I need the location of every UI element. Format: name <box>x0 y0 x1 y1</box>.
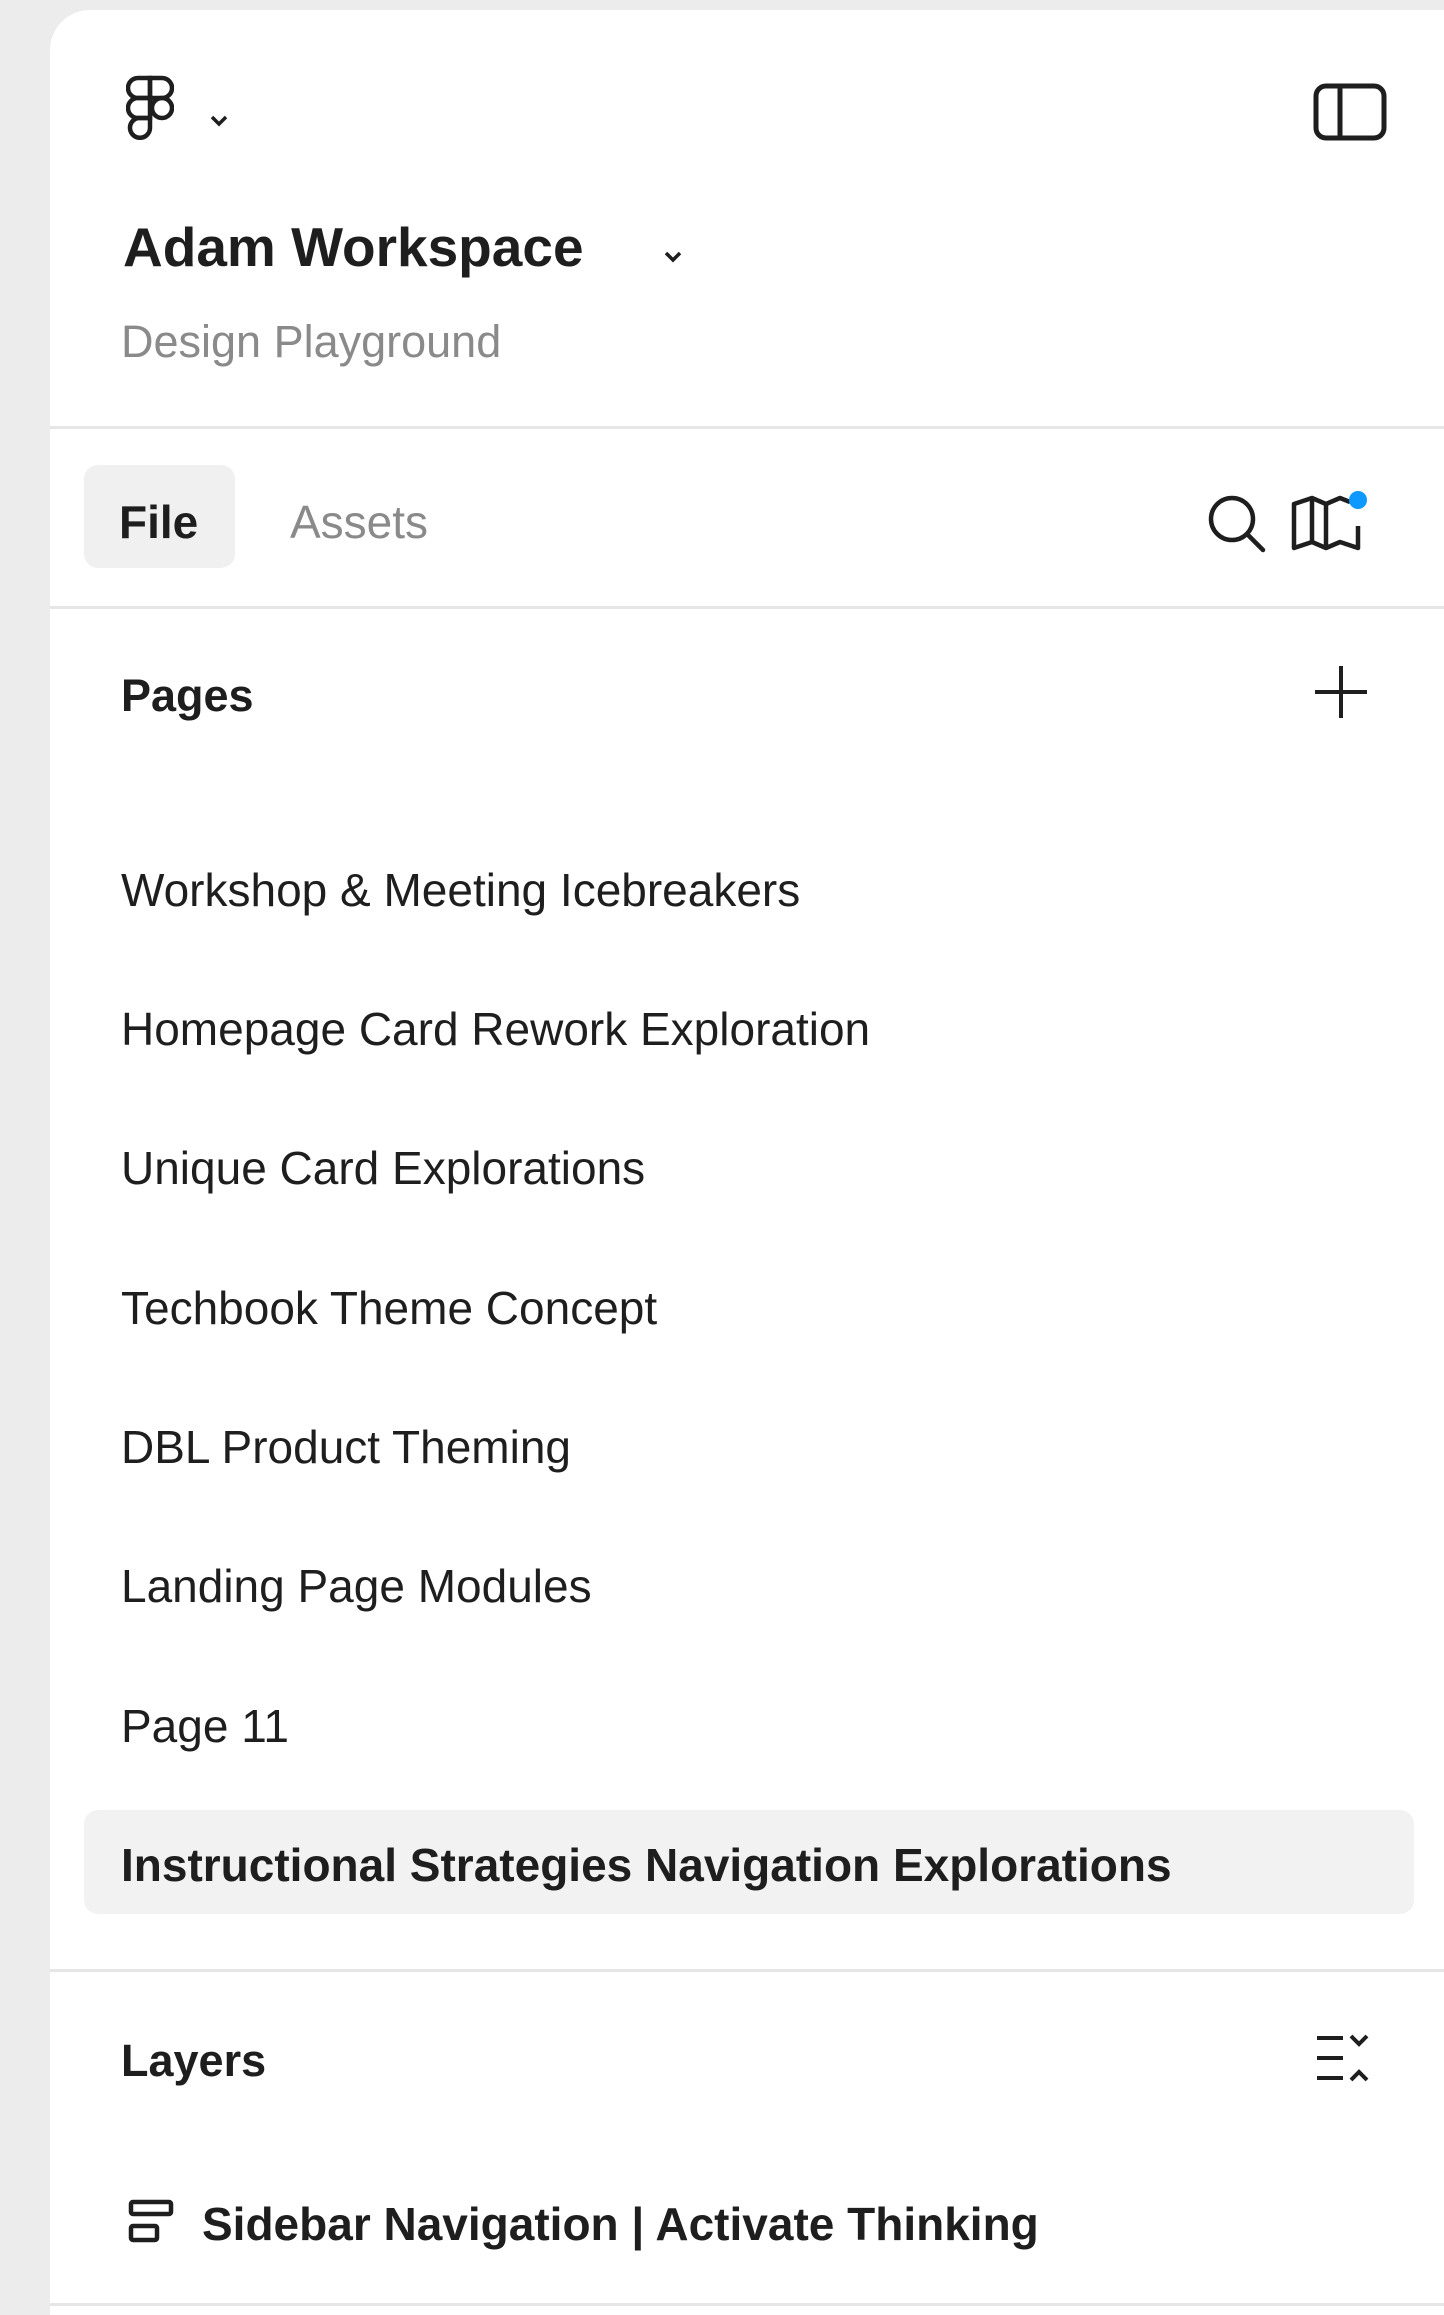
page-item[interactable]: Homepage Card Rework Exploration <box>84 974 1414 1078</box>
divider <box>50 2303 1444 2306</box>
project-name: Design Playground <box>121 316 502 367</box>
divider <box>50 606 1444 609</box>
figma-logo-icon[interactable] <box>126 74 174 146</box>
page-item[interactable]: Workshop & Meeting Icebreakers <box>84 835 1414 939</box>
page-item-label: Unique Card Explorations <box>121 1142 646 1194</box>
divider <box>50 426 1444 429</box>
page-item-selected[interactable]: Instructional Strategies Navigation Expl… <box>84 1810 1414 1914</box>
page-item-label: Page 11 <box>121 1700 289 1752</box>
page-item[interactable]: DBL Product Theming <box>84 1392 1414 1496</box>
page-item[interactable]: Unique Card Explorations <box>84 1113 1414 1217</box>
page-item-label: Workshop & Meeting Icebreakers <box>121 864 801 916</box>
library-icon[interactable] <box>1288 486 1370 558</box>
page-item-label: Homepage Card Rework Exploration <box>121 1003 871 1055</box>
workspace-chevron-down-icon[interactable] <box>662 250 684 264</box>
tab-file-label[interactable]: File <box>119 495 198 549</box>
page-item-label: Instructional Strategies Navigation Expl… <box>121 1839 1172 1891</box>
page-item-label: Landing Page Modules <box>121 1560 592 1612</box>
layer-row[interactable]: Sidebar Navigation | Activate Thinking <box>84 2173 1414 2269</box>
page-item-label: DBL Product Theming <box>121 1421 572 1473</box>
chevron-down-icon[interactable] <box>208 114 230 128</box>
page-item[interactable]: Landing Page Modules <box>84 1531 1414 1635</box>
tab-assets[interactable]: Assets <box>290 495 428 549</box>
page-item-label: Techbook Theme Concept <box>121 1282 658 1334</box>
search-icon[interactable] <box>1205 492 1267 554</box>
layer-label: Sidebar Navigation | Activate Thinking <box>202 2198 1039 2250</box>
frame-layout-icon <box>127 2198 175 2244</box>
sidebar-toggle-icon[interactable] <box>1313 83 1387 141</box>
collapse-layers-icon[interactable] <box>1313 2030 1373 2086</box>
layers-section-title: Layers <box>121 2035 267 2086</box>
workspace-name[interactable]: Adam Workspace <box>123 215 584 279</box>
divider <box>50 1969 1444 1972</box>
pages-section-title: Pages <box>121 670 254 721</box>
left-sidebar-panel: Adam Workspace Design Playground File As… <box>50 10 1444 2315</box>
page-item[interactable]: Techbook Theme Concept <box>84 1253 1414 1357</box>
page-item[interactable]: Page 11 <box>84 1671 1414 1775</box>
plus-icon[interactable] <box>1311 662 1371 722</box>
